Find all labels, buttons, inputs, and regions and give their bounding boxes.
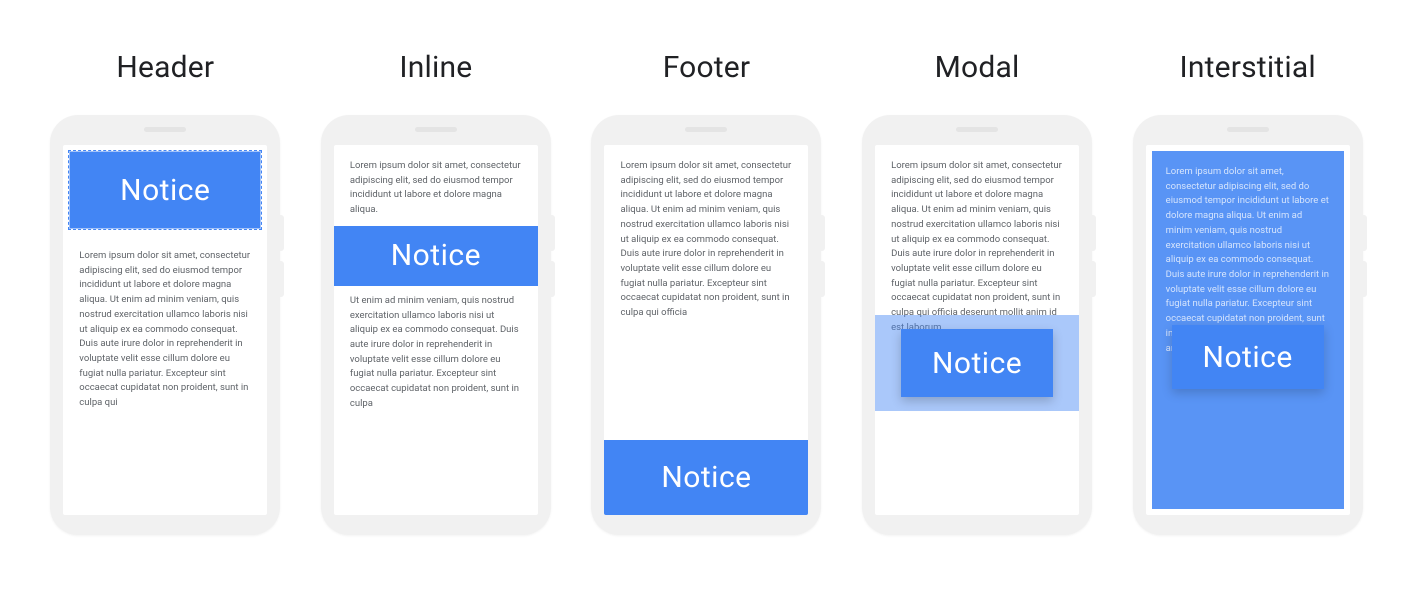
phone-mockup: Lorem ipsum dolor sit amet, consectetur …	[591, 115, 821, 535]
notice-banner-modal: Notice	[901, 329, 1053, 397]
phone-mockup: Lorem ipsum dolor sit amet, consectetur …	[1133, 115, 1363, 535]
diagram-row: Header Notice Lorem ipsum dolor sit amet…	[40, 50, 1373, 535]
phone-screen: Lorem ipsum dolor sit amet, consectetur …	[604, 145, 808, 515]
column-footer: Footer Lorem ipsum dolor sit amet, conse…	[581, 50, 832, 535]
phone-screen: Lorem ipsum dolor sit amet, consectetur …	[334, 145, 538, 515]
notice-banner-header: Notice	[69, 151, 261, 229]
notice-banner-footer: Notice	[604, 440, 808, 515]
phone-screen: Lorem ipsum dolor sit amet, consectetur …	[875, 145, 1079, 515]
column-header: Header Notice Lorem ipsum dolor sit amet…	[40, 50, 291, 535]
body-text-top: Lorem ipsum dolor sit amet, consectetur …	[334, 145, 538, 226]
body-text-bottom: Ut enim ad minim veniam, quis nostrud ex…	[334, 286, 538, 426]
body-text: Lorem ipsum dolor sit amet, consectetur …	[604, 145, 808, 335]
interstitial-overlay: Lorem ipsum dolor sit amet, consectetur …	[1152, 151, 1344, 509]
phone-mockup: Lorem ipsum dolor sit amet, consectetur …	[862, 115, 1092, 535]
phone-screen: Notice Lorem ipsum dolor sit amet, conse…	[63, 145, 267, 515]
column-title: Footer	[663, 50, 751, 85]
notice-banner-inline: Notice	[334, 226, 538, 286]
column-title: Interstitial	[1180, 50, 1316, 85]
column-title: Modal	[935, 50, 1020, 85]
body-text: Lorem ipsum dolor sit amet, consectetur …	[63, 235, 267, 425]
column-inline: Inline Lorem ipsum dolor sit amet, conse…	[311, 50, 562, 535]
column-interstitial: Interstitial Lorem ipsum dolor sit amet,…	[1122, 50, 1373, 535]
notice-banner-interstitial: Notice	[1172, 325, 1324, 389]
phone-mockup: Notice Lorem ipsum dolor sit amet, conse…	[50, 115, 280, 535]
phone-screen: Lorem ipsum dolor sit amet, consectetur …	[1146, 145, 1350, 515]
phone-mockup: Lorem ipsum dolor sit amet, consectetur …	[321, 115, 551, 535]
column-title: Header	[116, 50, 214, 85]
column-modal: Modal Lorem ipsum dolor sit amet, consec…	[852, 50, 1103, 535]
column-title: Inline	[399, 50, 472, 85]
